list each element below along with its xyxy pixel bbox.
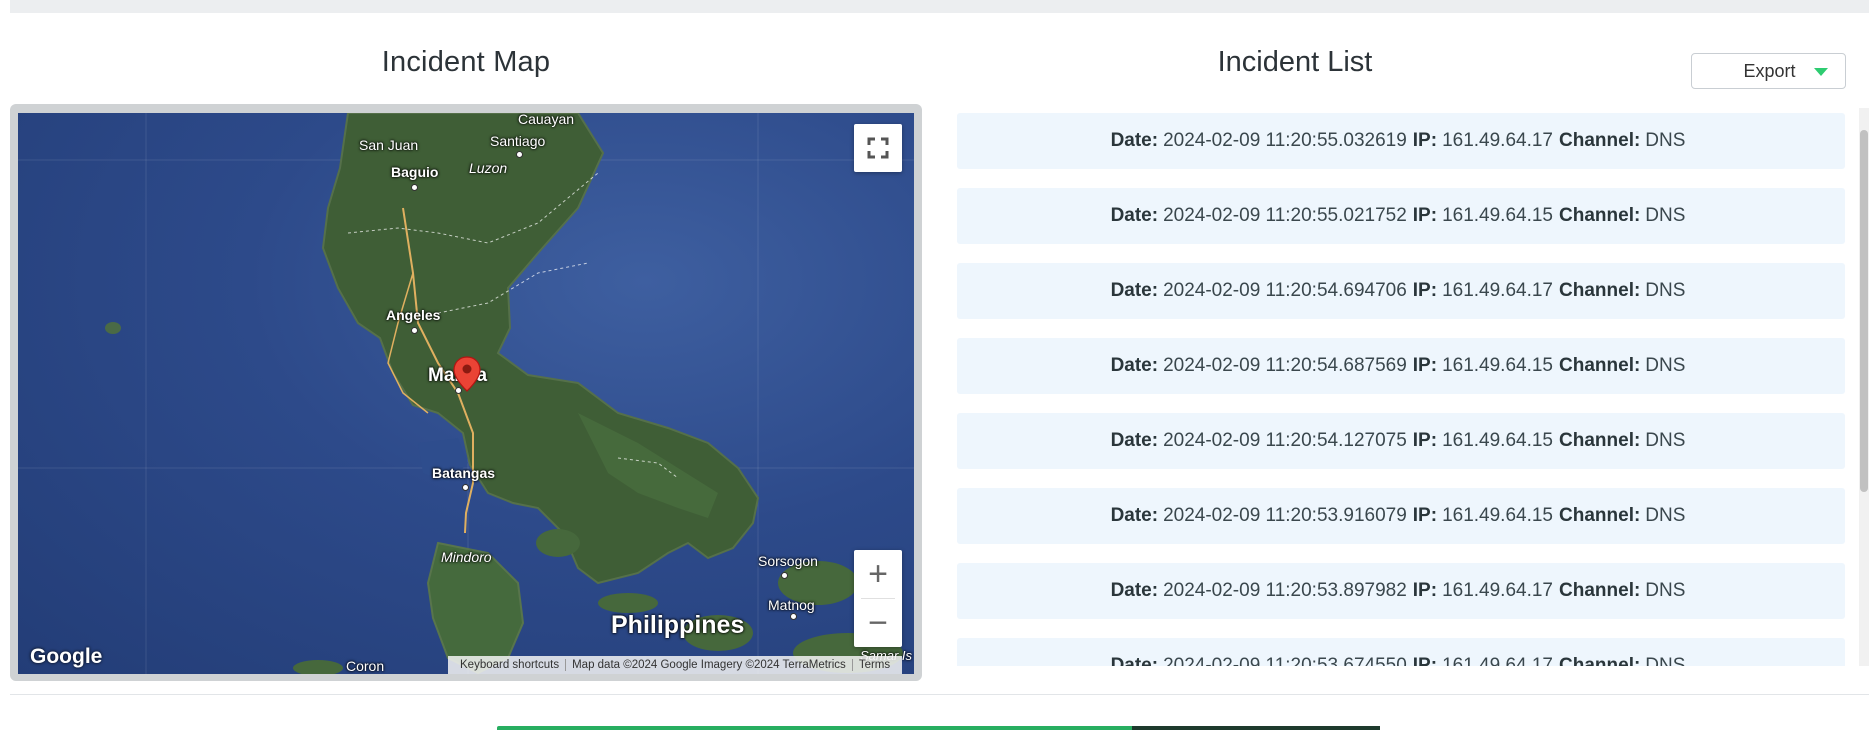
zoom-in-button[interactable]: + (854, 550, 902, 598)
fullscreen-button[interactable] (854, 124, 902, 172)
ip-label: IP: (1412, 505, 1438, 526)
channel-value: DNS (1645, 355, 1686, 376)
label-batangas: Batangas (432, 465, 496, 481)
map-data-credit: Map data ©2024 Google Imagery ©2024 Terr… (572, 659, 846, 671)
channel-label: Channel: (1559, 430, 1641, 451)
top-bar (10, 0, 1869, 13)
google-logo[interactable]: Google (30, 645, 102, 669)
label-matnog: Matnog (768, 597, 815, 613)
city-dot-matnog (790, 613, 797, 620)
label-santiago: Santiago (490, 133, 546, 149)
date-value: 2024-02-09 11:20:54.687569 (1163, 355, 1407, 376)
ip-value: 161.49.64.17 (1442, 655, 1554, 666)
ip-value: 161.49.64.17 (1442, 580, 1554, 601)
map-section-title: Incident Map (381, 46, 551, 78)
channel-value: DNS (1645, 655, 1686, 666)
zoom-control: + − (854, 550, 902, 647)
ip-label: IP: (1412, 280, 1438, 301)
ip-value: 161.49.64.15 (1442, 430, 1554, 451)
incident-marker-icon[interactable] (453, 356, 481, 392)
city-dot-santiago (516, 151, 523, 158)
label-luzon: Luzon (469, 160, 508, 176)
list-section-title: Incident List (1217, 46, 1373, 78)
label-angeles: Angeles (386, 307, 441, 323)
ip-label: IP: (1412, 580, 1438, 601)
channel-value: DNS (1645, 205, 1686, 226)
channel-value: DNS (1645, 580, 1686, 601)
ip-label: IP: (1412, 430, 1438, 451)
channel-label: Channel: (1559, 655, 1641, 666)
list-item[interactable]: Date: 2024-02-09 11:20:54.127075 IP: 161.49… (957, 413, 1845, 469)
list-scrollbar[interactable] (1859, 108, 1869, 666)
date-label: Date: (1110, 505, 1159, 526)
channel-label: Channel: (1559, 505, 1641, 526)
date-label: Date: (1110, 580, 1159, 601)
date-label: Date: (1110, 355, 1159, 376)
channel-label: Channel: (1559, 205, 1641, 226)
city-dot-batangas (462, 484, 469, 491)
date-value: 2024-02-09 11:20:53.897982 (1163, 580, 1407, 601)
ip-value: 161.49.64.17 (1442, 130, 1554, 151)
label-baguio: Baguio (391, 164, 439, 180)
label-cauayan: Cauayan (518, 113, 575, 127)
channel-label: Channel: (1559, 580, 1641, 601)
incident-list-items: Date: 2024-02-09 11:20:55.032619 IP: 161.49… (957, 113, 1845, 666)
ip-value: 161.49.64.15 (1442, 505, 1554, 526)
scrollbar-thumb[interactable] (1860, 130, 1868, 492)
date-value: 2024-02-09 11:20:55.032619 (1163, 130, 1407, 151)
zoom-out-button[interactable]: − (854, 599, 902, 647)
label-sorsogon: Sorsogon (758, 553, 818, 569)
section-divider (10, 694, 1869, 695)
list-item[interactable]: Date: 2024-02-09 11:20:55.021752 IP: 161.49… (957, 188, 1845, 244)
incident-map[interactable]: Cauayan San Juan Santiago Baguio Luzon A… (18, 113, 914, 674)
export-dropdown[interactable]: Export (1691, 53, 1846, 89)
list-item[interactable]: Date: 2024-02-09 11:20:54.687569 IP: 161.49… (957, 338, 1845, 394)
incident-list[interactable]: Date: 2024-02-09 11:20:55.032619 IP: 161.49… (957, 113, 1845, 666)
list-item[interactable]: Date: 2024-02-09 11:20:53.916079 IP: 161.49… (957, 488, 1845, 544)
ip-value: 161.49.64.17 (1442, 280, 1554, 301)
label-philippines: Philippines (611, 611, 745, 639)
keyboard-shortcuts-link[interactable]: Keyboard shortcuts (454, 659, 565, 671)
map-attribution: Keyboard shortcuts Map data ©2024 Google… (448, 656, 903, 674)
date-label: Date: (1110, 130, 1159, 151)
date-label: Date: (1110, 655, 1159, 666)
list-item[interactable]: Date: 2024-02-09 11:20:53.674550 IP: 161.49… (957, 638, 1845, 666)
channel-label: Channel: (1559, 280, 1641, 301)
map-terrain (18, 113, 914, 674)
label-san-juan: San Juan (359, 137, 419, 153)
ip-label: IP: (1412, 355, 1438, 376)
date-value: 2024-02-09 11:20:54.127075 (1163, 430, 1407, 451)
list-item[interactable]: Date: 2024-02-09 11:20:53.897982 IP: 161.49… (957, 563, 1845, 619)
ip-value: 161.49.64.15 (1442, 205, 1554, 226)
date-value: 2024-02-09 11:20:53.674550 (1163, 655, 1407, 666)
ip-label: IP: (1412, 655, 1438, 666)
date-value: 2024-02-09 11:20:54.694706 (1163, 280, 1407, 301)
label-coron: Coron (346, 658, 385, 674)
channel-label: Channel: (1559, 355, 1641, 376)
date-label: Date: (1110, 280, 1159, 301)
channel-value: DNS (1645, 130, 1686, 151)
date-value: 2024-02-09 11:20:55.021752 (1163, 205, 1407, 226)
city-dot-baguio (411, 184, 418, 191)
ip-label: IP: (1412, 205, 1438, 226)
chevron-down-icon (1814, 68, 1828, 76)
label-mindoro: Mindoro (441, 549, 492, 565)
channel-value: DNS (1645, 430, 1686, 451)
city-dot-angeles (411, 327, 418, 334)
fullscreen-icon (867, 137, 889, 159)
city-dot-sorsogon (781, 572, 788, 579)
list-item[interactable]: Date: 2024-02-09 11:20:54.694706 IP: 161.49… (957, 263, 1845, 319)
terms-link[interactable]: Terms (853, 659, 896, 671)
date-label: Date: (1110, 205, 1159, 226)
bottom-accent-bar (497, 726, 1380, 730)
ip-label: IP: (1412, 130, 1438, 151)
channel-value: DNS (1645, 280, 1686, 301)
channel-label: Channel: (1559, 130, 1641, 151)
channel-value: DNS (1645, 505, 1686, 526)
list-item[interactable]: Date: 2024-02-09 11:20:55.032619 IP: 161.49… (957, 113, 1845, 169)
date-label: Date: (1110, 430, 1159, 451)
ip-value: 161.49.64.15 (1442, 355, 1554, 376)
date-value: 2024-02-09 11:20:53.916079 (1163, 505, 1407, 526)
